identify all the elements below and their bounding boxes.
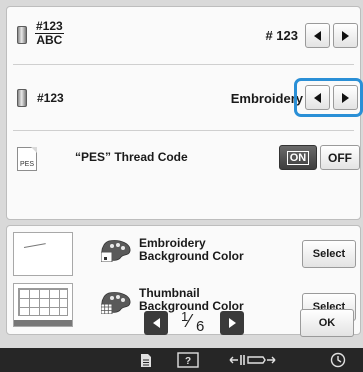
thread-color-prev-button[interactable] xyxy=(305,85,330,110)
pes-thread-code-row: PES “PES” Thread Code ON OFF xyxy=(7,131,360,191)
thread-color-value: Embroidery xyxy=(230,91,303,106)
pes-thread-code-label: “PES” Thread Code xyxy=(75,150,188,164)
needle-presser-icon[interactable] xyxy=(228,351,278,369)
embroidery-background-label: Embroidery Background Color xyxy=(139,236,244,263)
thread-number-next-button[interactable] xyxy=(333,23,358,48)
pes-off-button[interactable]: OFF xyxy=(320,145,360,170)
thread-color-next-button[interactable] xyxy=(333,85,358,110)
document-icon[interactable] xyxy=(138,351,154,369)
ok-button[interactable]: OK xyxy=(300,309,354,337)
embroidery-background-row: Embroidery Background Color Select xyxy=(7,226,360,280)
pes-file-icon: PES xyxy=(17,147,37,171)
page-next-button[interactable] xyxy=(220,311,244,335)
page-indicator: 1 ⁄ 6 xyxy=(181,309,205,335)
svg-text:?: ? xyxy=(185,356,191,367)
thread-number-format-icon: #123 ABC xyxy=(35,19,64,47)
thumbnail-background-preview xyxy=(13,283,73,327)
help-icon[interactable]: ? xyxy=(176,351,200,369)
clock-icon[interactable] xyxy=(329,351,347,369)
arrow-right-icon xyxy=(228,318,236,328)
thread-color-row: #123 Embroidery xyxy=(7,65,363,129)
spool-icon xyxy=(17,26,27,44)
arrow-right-icon xyxy=(342,30,349,41)
page-prev-button[interactable] xyxy=(144,311,168,335)
arrow-right-icon xyxy=(342,92,349,103)
thread-number-prev-button[interactable] xyxy=(305,23,330,48)
palette-icon xyxy=(101,240,131,262)
thread-number-row: #123 ABC # 123 xyxy=(7,7,360,63)
palette-icon xyxy=(101,292,131,314)
bottom-bar: ? xyxy=(0,348,363,372)
embroidery-background-select-button[interactable]: Select xyxy=(302,240,356,268)
embroidery-background-preview xyxy=(13,232,73,276)
thread-number-value: # 123 xyxy=(265,28,298,43)
spool-icon xyxy=(17,89,27,107)
settings-panel: #123 ABC # 123 #123 Embroidery PES “PES”… xyxy=(6,6,363,220)
arrow-left-icon xyxy=(314,30,321,41)
thread-color-format-icon: #123 xyxy=(37,91,64,105)
arrow-left-icon xyxy=(152,318,160,328)
pes-on-button[interactable]: ON xyxy=(279,145,317,170)
arrow-left-icon xyxy=(314,92,321,103)
page-total: 6 xyxy=(196,318,205,335)
